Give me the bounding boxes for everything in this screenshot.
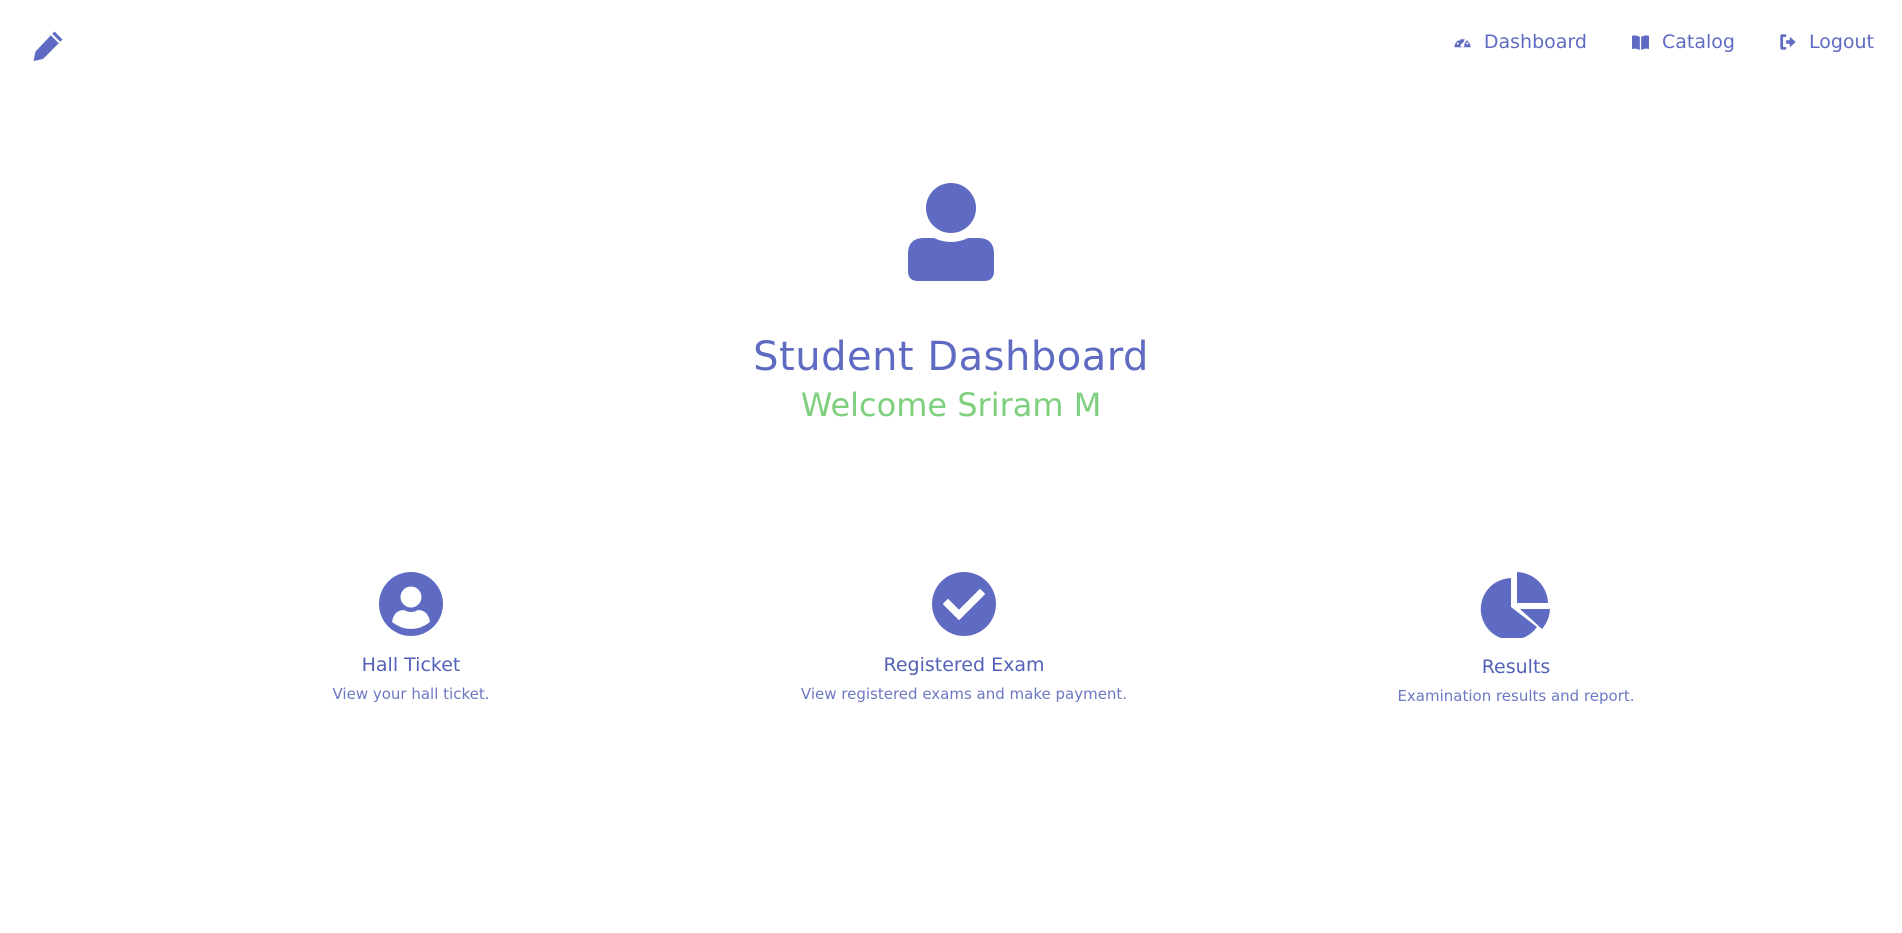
nav-logout-label: Logout [1808,31,1874,53]
card-registered-exam[interactable]: Registered Exam View registered exams an… [754,572,1174,704]
user-icon [908,183,994,281]
check-circle-icon [932,572,996,636]
nav-catalog[interactable]: Catalog [1631,31,1735,53]
card-title: Results [1481,656,1551,678]
card-title: Hall Ticket [361,654,461,676]
welcome-message: Welcome Sriram M [800,386,1102,424]
dashboard-cards: Hall Ticket View your hall ticket. Regis… [0,572,1902,722]
nav-dashboard-label: Dashboard [1483,31,1587,53]
card-description: Examination results and report. [1397,687,1635,705]
card-hall-ticket[interactable]: Hall Ticket View your hall ticket. [201,572,621,704]
nav-catalog-label: Catalog [1661,31,1735,53]
hero-section: Student Dashboard Welcome Sriram M [0,183,1902,425]
nav-dashboard[interactable]: Dashboard [1453,31,1587,53]
top-navbar: Dashboard Catalog Logout [0,0,1902,92]
page-title: Student Dashboard [753,334,1149,380]
nav-logout[interactable]: Logout [1779,31,1874,53]
card-results[interactable]: Results Examination results and report. [1306,572,1726,706]
book-icon [1631,34,1649,50]
pencil-icon [33,31,63,61]
pie-chart-icon [1480,572,1550,638]
nav-links: Dashboard Catalog Logout [1409,31,1874,53]
card-title: Registered Exam [883,654,1045,676]
brand-logo[interactable] [30,28,66,64]
card-description: View your hall ticket. [332,685,490,703]
logout-icon [1780,34,1796,50]
user-circle-icon [379,572,443,636]
card-description: View registered exams and make payment. [800,685,1128,703]
dashboard-icon [1454,36,1471,47]
